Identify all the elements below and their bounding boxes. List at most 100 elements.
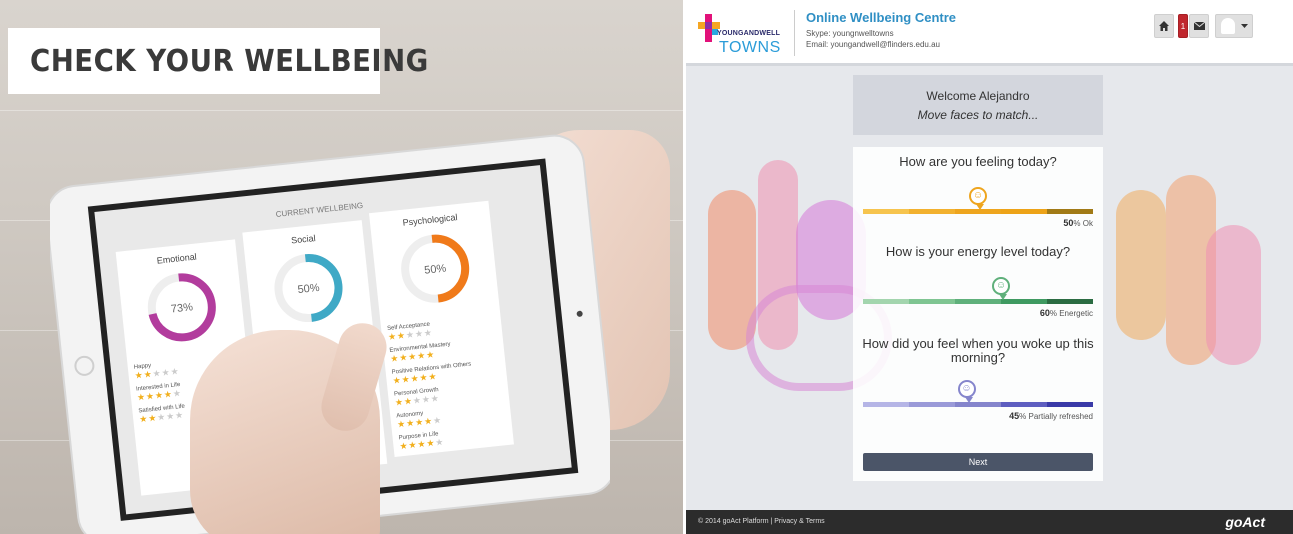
slider-track[interactable] (863, 299, 1093, 304)
footer: © 2014 goAct Platform | Privacy & Terms … (686, 510, 1293, 534)
divider (794, 10, 795, 56)
star-icon: ★ (417, 440, 426, 451)
slider-value: 45% Partially refreshed (1009, 411, 1093, 421)
star-icon: ★ (399, 353, 408, 364)
next-button[interactable]: Next (863, 453, 1093, 471)
slider-segment (863, 402, 909, 407)
hero-title: CHECK YOUR WELLBEING (30, 44, 429, 79)
star-icon: ★ (419, 373, 428, 384)
caret-down-icon (1240, 24, 1248, 28)
slider-segment (1047, 402, 1093, 407)
question-text: How is your energy level today? (885, 244, 1071, 259)
star-icon: ★ (406, 419, 415, 430)
slider-segment (1001, 209, 1047, 214)
messages-button[interactable] (1189, 14, 1209, 38)
star-icon: ★ (143, 370, 152, 381)
home-button[interactable] (1154, 14, 1174, 38)
star-icon: ★ (428, 372, 437, 383)
star-icon: ★ (433, 416, 442, 427)
logo-big-text: TOWNS (719, 39, 781, 56)
slider-segment (909, 299, 955, 304)
slider-value-number: 60 (1039, 308, 1050, 318)
centre-title: Online Wellbeing Centre (806, 10, 957, 25)
slider-segment (909, 209, 955, 214)
star-icon: ★ (412, 396, 421, 407)
copyright-text[interactable]: © 2014 goAct Platform | Privacy & Terms (698, 518, 825, 525)
star-icon: ★ (397, 331, 406, 342)
slider-value-unit: % (1073, 219, 1083, 228)
star-icon: ★ (163, 390, 172, 401)
goact-brand: goAct (1225, 514, 1265, 530)
star-icon: ★ (399, 442, 408, 453)
slider-segment (1047, 209, 1093, 214)
slider-value-number: 50 (1063, 218, 1074, 228)
star-icon: ★ (423, 328, 432, 339)
star-icon: ★ (154, 391, 163, 402)
gauge-percent: 50% (297, 282, 320, 296)
logo-cross-icon (698, 14, 720, 42)
star-icon: ★ (388, 332, 397, 343)
star-icon: ★ (397, 420, 406, 431)
star-icon: ★ (403, 397, 412, 408)
skype-contact: Skype: youngnwelltowns (806, 29, 894, 38)
slider-segment (1047, 299, 1093, 304)
slider-value-label: Ok (1082, 219, 1093, 228)
slider-segment (1001, 402, 1047, 407)
gauge-percent: 50% (424, 263, 447, 277)
star-icon: ★ (426, 439, 435, 450)
top-bar: YOUNGANDWELL TOWNS Online Wellbeing Cent… (686, 0, 1293, 66)
slider-value-label: Energetic (1059, 309, 1093, 318)
star-icon: ★ (417, 351, 426, 362)
star-icon: ★ (414, 329, 423, 340)
star-icon: ★ (406, 330, 415, 341)
star-icon: ★ (170, 367, 179, 378)
star-icon: ★ (426, 350, 435, 361)
star-icon: ★ (435, 438, 444, 449)
slider-value-number: 45 (1009, 411, 1020, 421)
star-icon: ★ (401, 375, 410, 386)
slider-value-label: Partially refreshed (1028, 412, 1093, 421)
slider-face-handle-icon[interactable]: ☺ (957, 380, 976, 403)
envelope-icon (1193, 22, 1205, 30)
star-icon: ★ (152, 369, 161, 380)
star-icon: ★ (161, 368, 170, 379)
user-menu-button[interactable] (1215, 14, 1253, 38)
star-icon: ★ (146, 392, 155, 403)
slider-face-handle-icon[interactable]: ☺ (992, 277, 1010, 300)
star-icon: ★ (157, 413, 166, 424)
star-icon: ★ (392, 376, 401, 387)
star-icon: ★ (395, 398, 404, 409)
star-icon: ★ (408, 441, 417, 452)
notification-badge[interactable]: 1 (1178, 14, 1188, 38)
question-text: How did you feel when you woke up this m… (862, 336, 1094, 365)
star-icon: ★ (430, 394, 439, 405)
wood-plank-line (0, 110, 683, 111)
silhouette-person (1116, 190, 1166, 340)
star-icon: ★ (139, 415, 148, 426)
slider-track[interactable] (863, 402, 1093, 407)
star-icon: ★ (424, 417, 433, 428)
slider-segment (1001, 299, 1047, 304)
star-icon: ★ (415, 418, 424, 429)
slider-face-handle-icon[interactable]: ☺ (969, 187, 987, 210)
gauge-percent: 73% (170, 301, 193, 315)
logo[interactable]: YOUNGANDWELL TOWNS (698, 10, 784, 58)
slider-segment (955, 402, 1001, 407)
silhouette-person (1206, 225, 1261, 365)
slider-segment (863, 299, 909, 304)
star-icon: ★ (390, 354, 399, 365)
slider-value: 60% Energetic (1040, 308, 1093, 318)
logo-small-text: YOUNGANDWELL (717, 30, 781, 37)
welcome-instruction: Move faces to match... (917, 108, 1039, 122)
welcome-panel: Welcome Alejandro Move faces to match... (853, 75, 1103, 135)
star-icon: ★ (148, 414, 157, 425)
slider-segment (863, 209, 909, 214)
star-icon: ★ (421, 395, 430, 406)
promo-photo: CHECK YOUR WELLBEING CURRENT WELLBEING E… (0, 0, 683, 534)
star-icon: ★ (134, 371, 143, 382)
app-screen: YOUNGANDWELL TOWNS Online Wellbeing Cent… (686, 0, 1293, 534)
star-icon: ★ (175, 411, 184, 422)
slider-value-unit: % (1049, 309, 1060, 318)
question-text: How are you feeling today? (899, 154, 1057, 169)
slider-value-unit: % (1019, 412, 1029, 421)
